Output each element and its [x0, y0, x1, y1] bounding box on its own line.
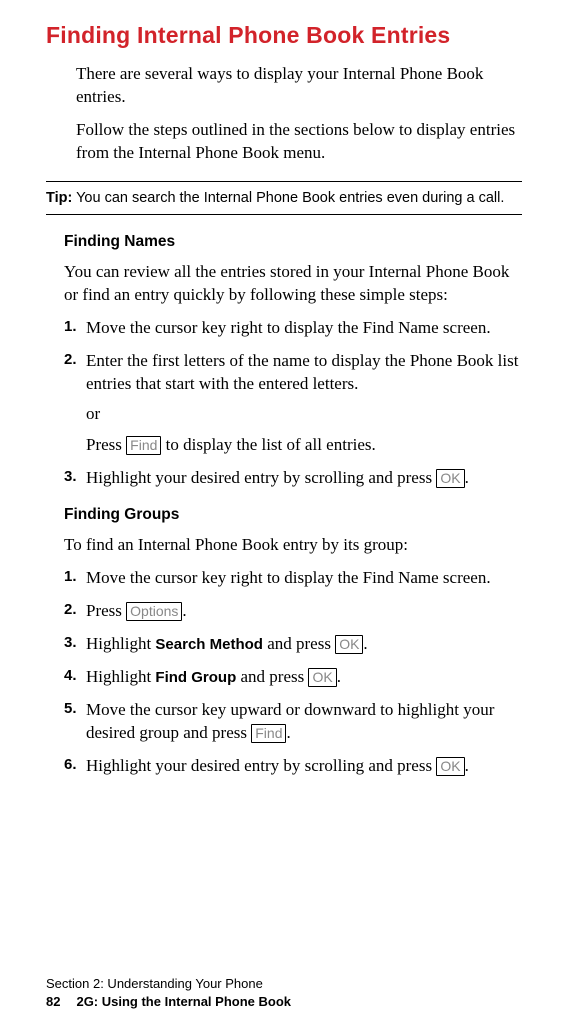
footer-section-path: Section 2: Understanding Your Phone [46, 975, 291, 993]
intro-paragraph-2: Follow the steps outlined in the section… [76, 119, 522, 165]
section1-step-1: Move the cursor key right to display the… [64, 317, 522, 340]
section2-step-2-pre: Press [86, 601, 126, 620]
page-footer: Section 2: Understanding Your Phone 82 2G… [46, 975, 291, 1011]
section-finding-names: Finding Names You can review all the ent… [64, 233, 522, 778]
section2-step-4-post: . [337, 667, 341, 686]
tip-label: Tip: [46, 190, 72, 206]
keycap-ok: OK [436, 757, 464, 776]
page-title: Finding Internal Phone Book Entries [46, 22, 522, 49]
bold-find-group: Find Group [155, 669, 236, 686]
section2-step-3-mid: and press [263, 634, 335, 653]
footer-chapter-title: 2G: Using the Internal Phone Book [76, 994, 291, 1009]
tip-text: You can search the Internal Phone Book e… [72, 190, 504, 206]
section2-step-6-pre: Highlight your desired entry by scrollin… [86, 756, 436, 775]
bold-search-method: Search Method [155, 636, 263, 653]
keycap-ok: OK [308, 668, 336, 687]
section2-steps: Move the cursor key right to display the… [64, 567, 522, 778]
keycap-find: Find [251, 724, 286, 743]
keycap-ok: OK [436, 469, 464, 488]
section2-step-3-post: . [363, 634, 367, 653]
section1-step-2-or: or [86, 403, 522, 426]
section2-intro: To find an Internal Phone Book entry by … [64, 534, 522, 557]
keycap-options: Options [126, 602, 182, 621]
section1-step-3-post: . [465, 468, 469, 487]
keycap-find: Find [126, 436, 161, 455]
section1-step-3-pre: Highlight your desired entry by scrollin… [86, 468, 436, 487]
section1-step-2b-post: to display the list of all entries. [161, 435, 375, 454]
section1-step-2: Enter the first letters of the name to d… [64, 350, 522, 458]
section2-step-2: Press Options. [64, 600, 522, 623]
section2-step-6: Highlight your desired entry by scrollin… [64, 755, 522, 778]
section2-step-5-post: . [286, 723, 290, 742]
section1-intro: You can review all the entries stored in… [64, 261, 522, 307]
section1-steps: Move the cursor key right to display the… [64, 317, 522, 491]
section1-step-3: Highlight your desired entry by scrollin… [64, 467, 522, 490]
subheading-finding-names: Finding Names [64, 233, 522, 251]
section2-step-4: Highlight Find Group and press OK. [64, 666, 522, 689]
section2-step-5: Move the cursor key upward or downward t… [64, 699, 522, 745]
section2-step-4-mid: and press [236, 667, 308, 686]
section2-step-6-post: . [465, 756, 469, 775]
footer-chapter: 82 2G: Using the Internal Phone Book [46, 993, 291, 1011]
section2-step-4-pre: Highlight [86, 667, 155, 686]
subheading-finding-groups: Finding Groups [64, 506, 522, 524]
section1-step-2b: Press Find to display the list of all en… [86, 434, 522, 457]
section2-step-3: Highlight Search Method and press OK. [64, 633, 522, 656]
section2-step-3-pre: Highlight [86, 634, 155, 653]
tip-box: Tip: You can search the Internal Phone B… [46, 181, 522, 215]
footer-page-number: 82 [46, 993, 60, 1011]
section1-step-2b-pre: Press [86, 435, 126, 454]
keycap-ok: OK [335, 635, 363, 654]
intro-paragraph-1: There are several ways to display your I… [76, 63, 522, 109]
section2-step-2-post: . [182, 601, 186, 620]
intro-block: There are several ways to display your I… [76, 63, 522, 165]
section2-step-1: Move the cursor key right to display the… [64, 567, 522, 590]
section1-step-2-text: Enter the first letters of the name to d… [86, 351, 518, 393]
